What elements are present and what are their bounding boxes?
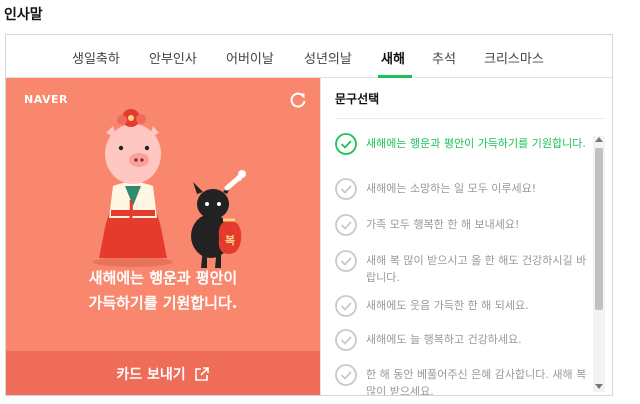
tab-coming-of-age-day[interactable]: 성년의날 xyxy=(304,48,352,67)
phrase-list: 새해에는 행운과 평안이 가득하기를 기원합니다. 새해에는 소망하는 일 모두… xyxy=(335,133,589,396)
tab-birthday[interactable]: 생일축하 xyxy=(72,48,120,67)
naver-logo: NAVER xyxy=(24,93,68,106)
tab-new-year[interactable]: 새해 xyxy=(381,48,405,67)
check-circle-icon xyxy=(335,133,357,155)
card-message: 새해에는 행운과 평안이 가득하기를 기원합니다. xyxy=(6,266,320,316)
section-title: 인사말 xyxy=(4,7,43,23)
tab-regards[interactable]: 안부인사 xyxy=(149,48,197,67)
phrase-list-scrollbar[interactable] xyxy=(593,136,605,392)
check-circle-icon xyxy=(335,329,357,351)
phrase-text: 새해에는 소망하는 일 모두 이루세요! xyxy=(366,182,537,195)
phrase-text: 새해에도 늘 행복하고 건강하세요. xyxy=(366,333,522,346)
pig-and-dog-illustration: 복 xyxy=(93,109,246,268)
check-circle-icon xyxy=(335,250,357,272)
tab-parents-day[interactable]: 어버이날 xyxy=(226,48,274,67)
tab-chuseok[interactable]: 추석 xyxy=(432,48,456,67)
send-card-button[interactable]: 카드 보내기 xyxy=(6,351,320,395)
greeting-card-widget: 생일축하 안부인사 어버이날 성년의날 새해 추석 크리스마스 NAVER 복 … xyxy=(5,34,613,396)
phrase-text: 새해에도 웃음 가득한 한 해 되세요. xyxy=(366,299,529,312)
category-tabs: 생일축하 안부인사 어버이날 성년의날 새해 추석 크리스마스 xyxy=(6,35,612,78)
card-message-line-2: 가득하기를 기원합니다. xyxy=(88,294,238,312)
external-share-icon xyxy=(194,366,209,381)
refresh-icon[interactable] xyxy=(288,90,308,110)
phrase-text: 새해 복 많이 받으시고 올 한 해도 건강하시길 바랍니다. xyxy=(366,254,587,284)
greeting-card-preview: NAVER 복 새해에는 행운과 평안이 가득하기를 기원합니다. 카드 보내기 xyxy=(6,78,320,395)
check-circle-icon xyxy=(335,214,357,236)
check-circle-icon xyxy=(335,364,357,386)
phrase-text: 한 해 동안 베풀어주신 은혜 감사합니다. 새해 복 많이 받으세요. xyxy=(366,368,587,396)
card-message-line-1: 새해에는 행운과 평안이 xyxy=(88,269,238,287)
phrase-selection-panel: 문구선택 새해에는 행운과 평안이 가득하기를 기원합니다. 새해에는 소망하는… xyxy=(320,78,612,396)
phrase-text: 새해에는 행운과 평안이 가득하기를 기원합니다. xyxy=(366,137,586,150)
phrase-text: 가족 모두 행복한 한 해 보내세요! xyxy=(366,218,520,231)
scroll-down-arrow-icon[interactable] xyxy=(595,384,603,389)
panel-divider xyxy=(335,118,605,119)
check-circle-icon xyxy=(335,295,357,317)
check-circle-icon xyxy=(335,178,357,200)
send-card-label: 카드 보내기 xyxy=(116,366,186,383)
lucky-bag-text: 복 xyxy=(225,233,235,247)
scrollbar-thumb[interactable] xyxy=(595,148,603,310)
tab-christmas[interactable]: 크리스마스 xyxy=(484,48,544,67)
phrase-panel-title: 문구선택 xyxy=(335,92,380,106)
scroll-up-arrow-icon[interactable] xyxy=(595,137,603,142)
